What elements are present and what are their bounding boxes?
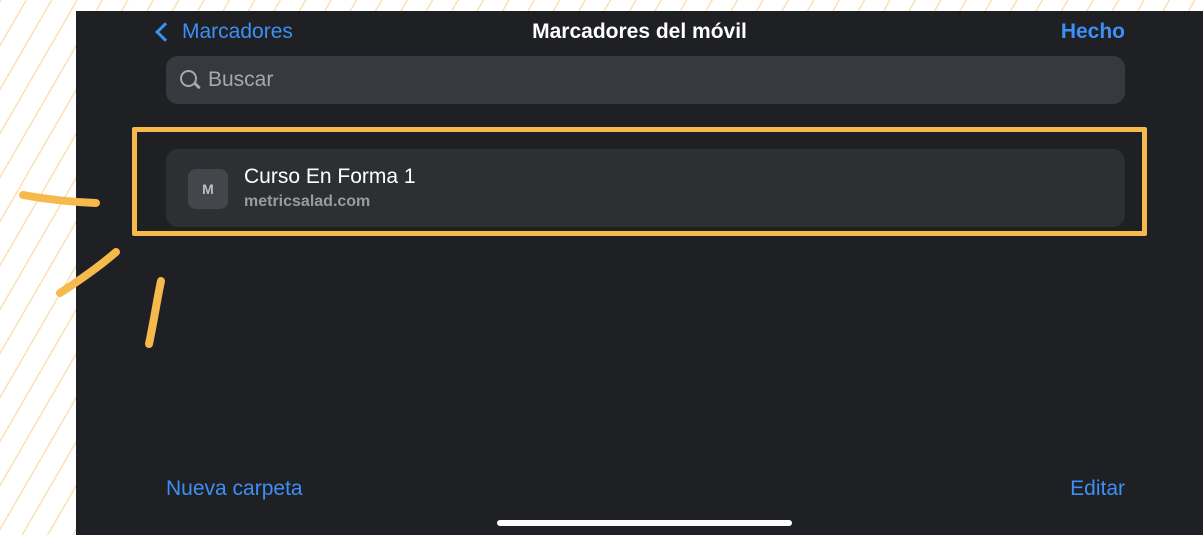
search-icon <box>178 68 202 92</box>
edit-button[interactable]: Editar <box>1070 477 1125 501</box>
favicon-icon: M <box>188 169 228 209</box>
new-folder-button[interactable]: Nueva carpeta <box>166 477 303 501</box>
bookmark-item[interactable]: M Curso En Forma 1 metricsalad.com <box>166 149 1125 227</box>
done-button[interactable]: Hecho <box>1061 20 1125 44</box>
bookmark-title: Curso En Forma 1 <box>244 165 416 188</box>
bookmark-url: metricsalad.com <box>244 193 371 210</box>
navigation-bar: Marcadores Marcadores del móvil Hecho <box>76 11 1203 55</box>
bookmarks-screen: Marcadores Marcadores del móvil Hecho M … <box>76 11 1203 535</box>
search-input[interactable] <box>208 68 1088 92</box>
home-indicator[interactable] <box>497 520 792 526</box>
page-title: Marcadores del móvil <box>532 20 747 43</box>
search-bar[interactable] <box>166 56 1125 104</box>
